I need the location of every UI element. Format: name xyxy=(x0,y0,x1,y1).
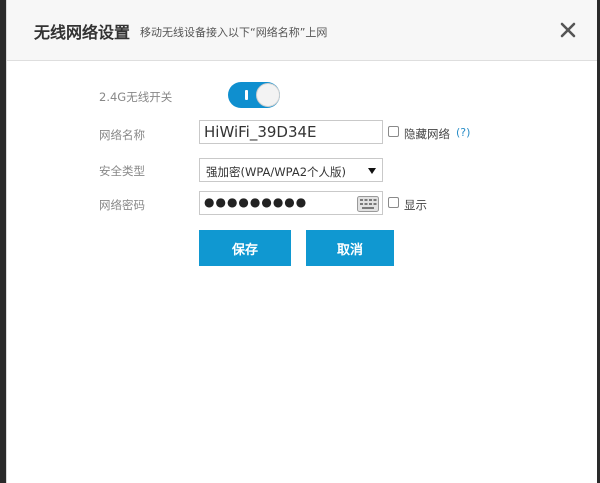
password-input[interactable]: ●●●●●●●●● xyxy=(199,191,383,215)
password-masked-value: ●●●●●●●●● xyxy=(204,195,308,209)
close-icon xyxy=(560,22,576,38)
hide-network-help-link[interactable]: (?) xyxy=(456,126,470,139)
password-label: 网络密码 xyxy=(99,198,145,212)
security-type-value: 强加密(WPA/WPA2个人版) xyxy=(206,165,347,179)
show-password-label: 显示 xyxy=(404,198,427,212)
toggle-on-mark xyxy=(245,90,248,100)
security-type-select[interactable]: 强加密(WPA/WPA2个人版) xyxy=(199,158,383,182)
dialog-subtitle: 移动无线设备接入以下“网络名称”上网 xyxy=(140,26,328,39)
hide-network-label: 隐藏网络 xyxy=(404,127,450,141)
network-name-input[interactable] xyxy=(199,120,383,144)
dropdown-arrow-icon xyxy=(368,168,376,174)
dialog-header: 无线网络设置 移动无线设备接入以下“网络名称”上网 xyxy=(7,0,597,61)
cancel-button[interactable]: 取消 xyxy=(306,230,394,266)
hide-network-checkbox[interactable] xyxy=(388,126,399,137)
keyboard-icon[interactable] xyxy=(357,196,379,212)
dialog-title: 无线网络设置 xyxy=(34,23,131,42)
wifi-toggle-label: 2.4G无线开关 xyxy=(99,90,173,104)
show-password-checkbox[interactable] xyxy=(388,197,399,208)
security-type-label: 安全类型 xyxy=(99,164,145,178)
save-button[interactable]: 保存 xyxy=(199,230,291,266)
wifi-toggle-switch[interactable] xyxy=(228,82,280,108)
network-name-label: 网络名称 xyxy=(99,128,145,142)
wireless-settings-dialog: 无线网络设置 移动无线设备接入以下“网络名称”上网 2.4G无线开关 网络名称 … xyxy=(6,0,597,483)
close-button[interactable] xyxy=(554,16,582,44)
toggle-knob[interactable] xyxy=(256,83,280,107)
